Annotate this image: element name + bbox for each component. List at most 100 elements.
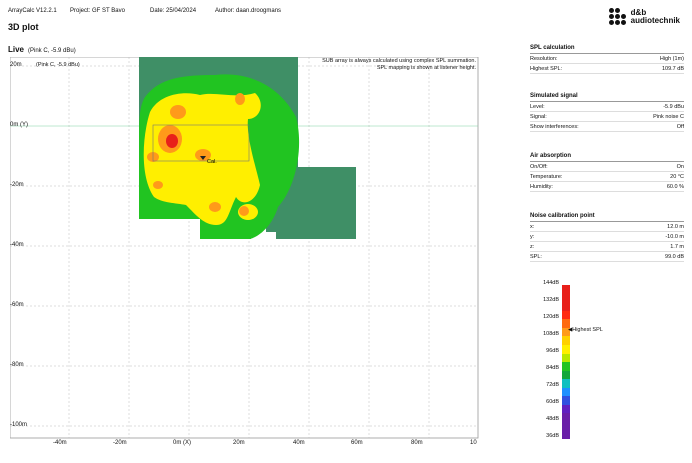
page-title: 3D plot [8, 22, 39, 32]
project-name: Project: GF ST Bavo [70, 8, 125, 14]
info-row: Show interferences: Off [530, 122, 684, 132]
info-row: z: 1.7 m [530, 242, 684, 252]
panel-title: Air absorption [530, 152, 684, 162]
row-key: Resolution: [530, 56, 558, 62]
report-date: Date: 25/04/2024 [150, 8, 197, 14]
x-tick-label: 40m [293, 440, 305, 446]
plot-note: SUB array is always calculated using com… [322, 58, 476, 72]
row-value: 20 °C [670, 174, 684, 180]
legend-color-step [562, 302, 570, 311]
legend-label: 48dB [546, 416, 559, 422]
x-tick-label: 0m (X) [173, 440, 191, 446]
row-key: Humidity: [530, 184, 553, 190]
panel-title: Noise calibration point [530, 212, 684, 222]
legend-color-step [562, 336, 570, 345]
simulated-signal-panel: Simulated signal Level: -5.9 dBu Signal: P… [530, 92, 684, 132]
spl-color-legend: 144dB 132dB 120dB 108dB 96dB 84dB 72dB 6… [530, 278, 610, 443]
note-line2: SPL mapping is shown at listener height. [376, 65, 476, 71]
row-value: 60.0 % [666, 184, 684, 190]
x-tick-label: 60m [351, 440, 363, 446]
y-tick-label: 20m [10, 62, 22, 68]
legend-color-step [562, 413, 570, 422]
info-row: Humidity: 60.0 % [530, 182, 684, 192]
y-tick-label: -80m [10, 362, 24, 368]
info-row: Temperature: 20 °C [530, 172, 684, 182]
live-signal: (Pink C, -5.9 dBu) [28, 48, 76, 54]
row-value: -10.0 m [665, 234, 684, 240]
brand-line2: audiotechnik [630, 16, 680, 25]
panel-title: Simulated signal [530, 92, 684, 102]
row-value: 99.0 dB [665, 254, 684, 260]
row-key: On/Off: [530, 164, 548, 170]
info-row: SPL: 99.0 dB [530, 252, 684, 262]
legend-color-step [562, 387, 570, 397]
row-value: 1.7 m [670, 244, 684, 250]
row-key: SPL: [530, 254, 542, 260]
info-row: Highest SPL: 109.7 dB [530, 64, 684, 74]
legend-color-step [562, 404, 570, 414]
row-value: -5.9 dBu [663, 104, 684, 110]
legend-color-step [562, 422, 570, 431]
row-key: Signal: [530, 114, 547, 120]
info-row: Level: -5.9 dBu [530, 102, 684, 112]
legend-label: 108dB [543, 331, 559, 337]
legend-color-step [562, 396, 570, 405]
plot-canvas[interactable]: Cal. [10, 57, 480, 440]
spl-3d-plot[interactable]: Cal. (Pink C, -5.9 dBu) [10, 57, 480, 440]
author-name: Author: daan.droogmans [215, 8, 282, 14]
legend-label: 36dB [546, 433, 559, 439]
note-line1: SUB array is always calculated using com… [322, 58, 476, 64]
x-tick-label: -20m [113, 440, 127, 446]
row-key: Temperature: [530, 174, 563, 180]
legend-color-step [562, 379, 570, 388]
y-tick-label: 0m (Y) [10, 122, 28, 128]
row-value: High (1m) [659, 56, 684, 62]
x-tick-label: -40m [53, 440, 67, 446]
row-value: 12.0 m [667, 224, 684, 230]
y-tick-label: -100m [10, 422, 28, 428]
row-value: Pink noise C [653, 114, 684, 120]
y-tick-label: -40m [10, 242, 24, 248]
info-row: y: -10.0 m [530, 232, 684, 242]
info-row: On/Off: On [530, 162, 684, 172]
row-key: x: [530, 224, 535, 230]
app-version: ArrayCalc V12.2.1 [8, 8, 57, 14]
legend-label: 120dB [543, 314, 559, 320]
info-row: x: 12.0 m [530, 222, 684, 232]
legend-color-step [562, 344, 570, 354]
info-row: Signal: Pink noise C [530, 112, 684, 122]
x-tick-label: 20m [233, 440, 245, 446]
cal-point-label: Cal. [207, 159, 217, 165]
air-absorption-panel: Air absorption On/Off: On Temperature: 20 … [530, 152, 684, 192]
legend-label: 132dB [543, 297, 559, 303]
row-key: y: [530, 234, 535, 240]
spl-calculation-panel: SPL calculation Resolution: High (1m) Hig… [530, 44, 684, 74]
legend-color-bar [562, 285, 570, 440]
legend-color-step [562, 293, 570, 303]
red-hotspot [166, 134, 178, 148]
legend-label: 72dB [546, 382, 559, 388]
legend-color-step [562, 353, 570, 363]
legend-label: 84dB [546, 365, 559, 371]
row-key: Level: [530, 104, 545, 110]
legend-label: 144dB [543, 280, 559, 286]
plot-inner-tag: (Pink C, -5.9 dBu) [36, 62, 80, 68]
y-tick-label: -20m [10, 182, 24, 188]
noise-calibration-panel: Noise calibration point x: 12.0 m y: -10.0… [530, 212, 684, 262]
legend-color-step [562, 310, 570, 320]
logo-icon [608, 8, 627, 26]
row-key: Show interferences: [530, 124, 579, 130]
brand-logo: d&b audiotechnik [608, 8, 680, 26]
row-key: Highest SPL: [530, 66, 563, 72]
x-tick-label: 80m [411, 440, 423, 446]
x-tick-label: 10 [470, 440, 477, 446]
live-title: Live [8, 45, 25, 54]
row-value: 109.7 dB [661, 66, 684, 72]
legend-label: 60dB [546, 399, 559, 405]
legend-label: 96dB [546, 348, 559, 354]
panel-title: SPL calculation [530, 44, 684, 54]
legend-color-step [562, 362, 570, 371]
info-row: Resolution: High (1m) [530, 54, 684, 64]
highest-spl-label: Highest SPL [572, 327, 603, 333]
live-label: Live (Pink C, -5.9 dBu) [8, 45, 76, 54]
